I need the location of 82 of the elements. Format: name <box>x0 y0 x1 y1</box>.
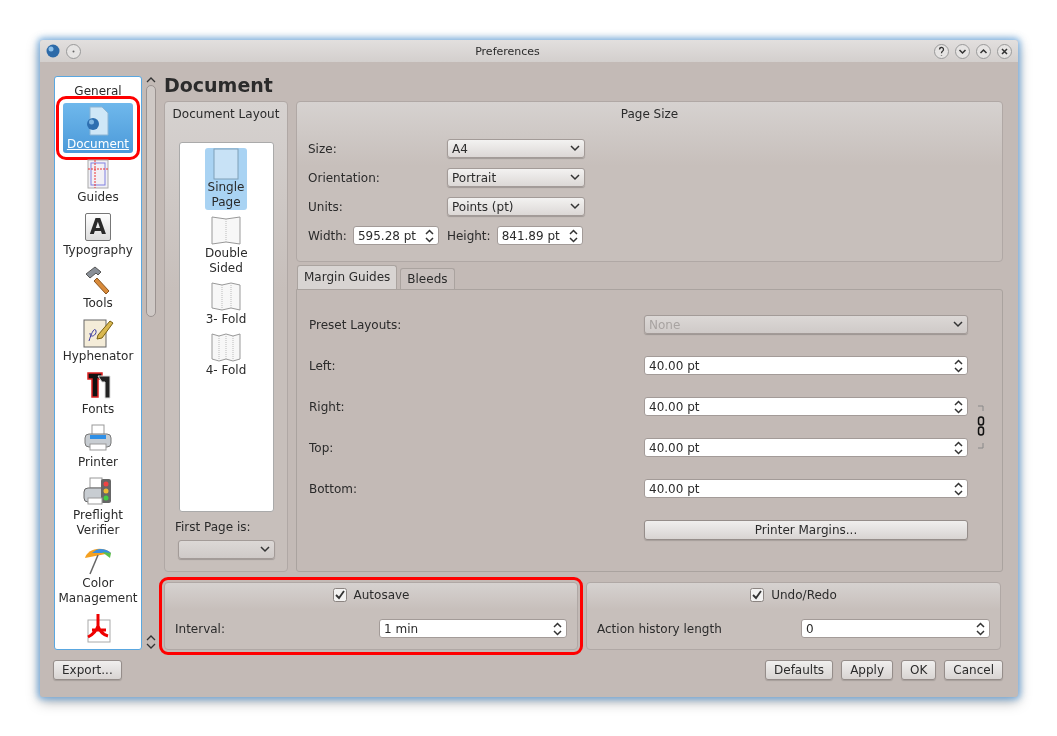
double-sided-page-icon <box>210 214 242 246</box>
tab[interactable]: Margin Guides <box>297 265 398 289</box>
maximize-button[interactable] <box>976 43 991 59</box>
four-fold-page-icon <box>210 331 242 363</box>
tab[interactable]: Bleeds <box>400 268 455 289</box>
scroll-up-icon[interactable] <box>146 76 156 83</box>
checkbox-label: Undo/Redo <box>771 588 837 602</box>
category-item[interactable]: Fonts <box>56 368 140 418</box>
checkbox[interactable] <box>332 588 347 602</box>
field-label: Orientation: <box>308 170 381 185</box>
layout-option[interactable]: Double Sided <box>205 214 247 276</box>
chevron-down-icon <box>259 546 270 554</box>
single-page-icon <box>210 148 242 180</box>
field-label: Right: <box>309 399 346 414</box>
category-item[interactable]: Preflight Verifier <box>56 474 140 539</box>
field-label: Size: <box>308 141 338 156</box>
scroll-arrows-icon[interactable] <box>146 634 156 650</box>
spin-field[interactable]: 841.89 pt <box>496 226 583 245</box>
spin-field[interactable]: 40.00 pt <box>644 438 968 457</box>
field-label: Interval: <box>175 621 225 636</box>
close-button[interactable] <box>997 43 1012 59</box>
spin-field[interactable]: 40.00 pt <box>644 397 968 416</box>
pen-writing-icon <box>82 317 114 349</box>
spin-arrows-icon[interactable] <box>568 228 578 243</box>
category-item[interactable]: Hyphenator <box>56 315 140 365</box>
page-heading: Document <box>164 76 274 98</box>
field-label: Units: <box>308 199 344 214</box>
field-label: Bottom: <box>309 481 359 496</box>
layout-option[interactable]: Single Page <box>205 148 247 210</box>
spin-field[interactable]: 1 min <box>379 619 567 638</box>
spin-arrows-icon[interactable] <box>954 399 963 414</box>
dropdown[interactable]: A4 <box>447 139 585 158</box>
field-label: Preset Layouts: <box>309 317 403 332</box>
scrollbar-thumb[interactable] <box>146 85 156 317</box>
chain-link-icon[interactable] <box>977 405 985 449</box>
category-item[interactable]: A Typography <box>56 209 140 259</box>
field-label: Top: <box>309 440 335 455</box>
spin-arrows-icon[interactable] <box>976 621 985 636</box>
category-item[interactable]: General <box>56 82 140 100</box>
dialog-button[interactable]: Apply <box>841 660 893 680</box>
spin-field[interactable]: 595.28 pt <box>352 226 439 245</box>
spin-arrows-icon[interactable] <box>424 228 434 243</box>
chevron-down-icon <box>570 145 580 152</box>
spin-field[interactable]: 40.00 pt <box>644 356 968 375</box>
app-globe-icon[interactable] <box>46 44 60 58</box>
field-label: First Page is: <box>175 520 251 535</box>
spin-arrows-icon[interactable] <box>954 358 963 373</box>
dialog-button[interactable]: OK <box>901 660 937 680</box>
field-label: Action history length <box>597 621 722 636</box>
minimize-button[interactable] <box>955 43 970 59</box>
dropdown[interactable]: Portrait <box>447 168 585 187</box>
window-title: Preferences <box>474 44 541 58</box>
checkbox[interactable] <box>750 588 765 602</box>
checkbox-label: Autosave <box>353 588 410 602</box>
field-label: Left: <box>309 358 337 373</box>
group-title: Page Size <box>619 106 680 122</box>
dialog-button[interactable]: Cancel <box>944 660 1003 680</box>
layout-option[interactable]: 4- Fold <box>205 331 247 378</box>
spin-arrows-icon[interactable] <box>954 481 963 496</box>
chevron-down-icon <box>570 174 580 181</box>
spin-arrows-icon[interactable] <box>553 621 562 636</box>
layout-option[interactable]: 3- Fold <box>205 280 247 327</box>
spin-field[interactable]: 0 <box>801 619 990 638</box>
field-label: Height: <box>446 228 491 243</box>
chevron-down-icon <box>953 321 963 328</box>
category-item[interactable]: Guides <box>56 156 140 206</box>
spin-field[interactable]: 40.00 pt <box>644 479 968 498</box>
dropdown[interactable]: Points (pt) <box>447 197 585 216</box>
help-button[interactable] <box>934 43 949 59</box>
category-item[interactable]: Color Management <box>56 542 140 607</box>
printer-margins-button[interactable]: Printer Margins... <box>644 519 968 540</box>
chevron-down-icon <box>570 203 580 210</box>
field-label: Width: <box>308 228 347 243</box>
three-fold-page-icon <box>210 280 242 312</box>
spin-arrows-icon[interactable] <box>954 440 963 455</box>
category-item[interactable]: Tools <box>56 262 140 312</box>
dialog-button[interactable]: Defaults <box>765 660 834 680</box>
export-button[interactable]: Export... <box>53 660 122 680</box>
category-item[interactable]: Printer <box>56 421 140 471</box>
typography-icon: A <box>85 213 111 241</box>
printer-traffic-light-icon <box>82 476 114 508</box>
group-title: Document Layout <box>172 106 280 122</box>
